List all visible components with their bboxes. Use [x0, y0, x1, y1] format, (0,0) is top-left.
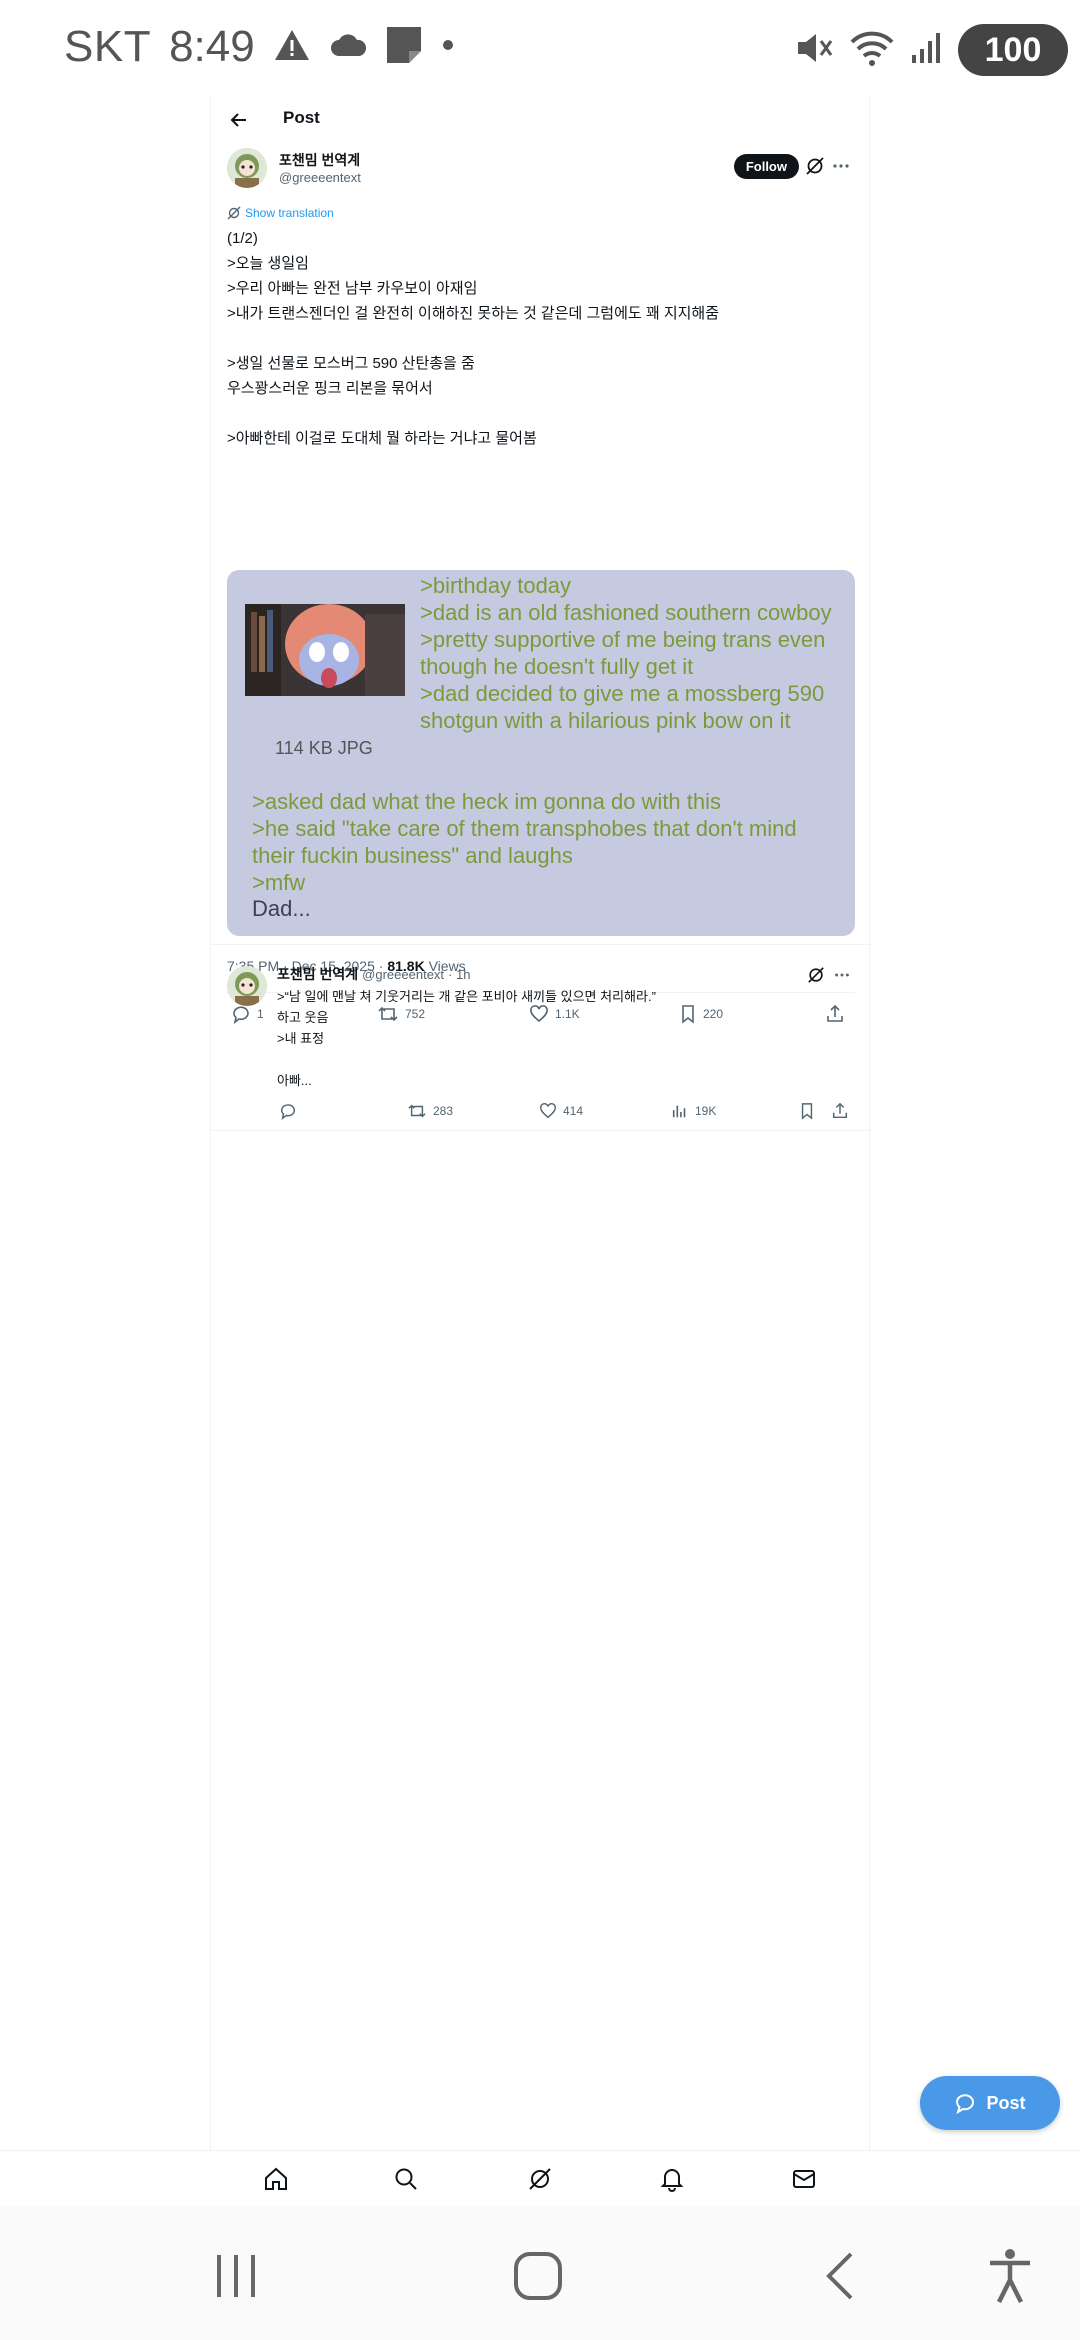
author-name[interactable]: 포챈밈 번역계 [279, 150, 360, 170]
reply-author-name[interactable]: 포챈밈 번역계 [277, 964, 358, 984]
reply-body-text: >“남 일에 맨날 쳐 기웃거리는 개 같은 포비아 새끼들 있으면 처리해라.… [277, 989, 656, 1088]
greentext-block-bottom: >asked dad what the heck im gonna do wit… [252, 788, 832, 896]
home-icon [265, 2167, 287, 2190]
system-navigation-bar [0, 2206, 1080, 2340]
anime-thumbnail [245, 604, 405, 696]
repost-count: 283 [433, 1104, 454, 1118]
accessibility-icon [990, 2249, 1030, 2304]
timeline-column: Post 포챈밈 번역계 @greeeentext Follow Show tr… [210, 96, 871, 2150]
status-bar: SKT 8:49 100 [0, 0, 1080, 100]
search-icon [395, 2168, 417, 2190]
post-header-bar: Post [211, 96, 871, 146]
greentext-line: >mfw [252, 870, 306, 895]
wifi-icon [848, 28, 896, 73]
greentext-line: >he said "take care of them transphobes … [252, 816, 797, 868]
compose-post-button[interactable]: Post [920, 2076, 1060, 2130]
reply-count: 1 [257, 1007, 264, 1021]
greentext-line: >dad is an old fashioned southern cowboy [420, 600, 832, 625]
like-count: 414 [563, 1104, 584, 1118]
greentext-line: >pretty supportive of me being trans eve… [420, 627, 826, 679]
reply-button[interactable]: 1 [231, 1004, 264, 1024]
clock: 8:49 [169, 22, 255, 71]
share-button[interactable] [831, 1102, 849, 1120]
back-system-button[interactable] [800, 2236, 880, 2316]
mute-icon [794, 30, 834, 71]
dot-icon [441, 38, 455, 57]
author-handle[interactable]: @greeeentext [279, 170, 361, 185]
divider [211, 1130, 871, 1131]
reply-actions: 283 414 19K [277, 1102, 855, 1126]
carrier-label: SKT [64, 22, 152, 71]
home-system-button[interactable] [498, 2236, 578, 2316]
compose-bubble-icon [956, 2094, 975, 2114]
compose-post-label: Post [986, 2092, 1026, 2113]
reply-button[interactable] [279, 1102, 297, 1120]
bookmark-button[interactable] [799, 1102, 815, 1120]
image-file-size: 114 KB JPG [275, 738, 373, 758]
greentext-line: >asked dad what the heck im gonna do wit… [252, 789, 722, 814]
reply-icon [233, 1006, 249, 1024]
reply-author-handle[interactable]: @greeeentext [362, 967, 444, 982]
grok-small-icon [227, 206, 241, 220]
battery-indicator: 100 [958, 24, 1068, 76]
back-arrow-icon [230, 113, 246, 127]
page-title: Post [283, 108, 320, 127]
greentext-block-right: >birthday today >dad is an old fashioned… [420, 572, 840, 734]
bottom-navigation [0, 2150, 1080, 2206]
cloud-icon [329, 32, 367, 63]
back-button[interactable] [225, 106, 253, 134]
reply-age: · 1h [448, 967, 471, 982]
accessibility-button[interactable] [970, 2236, 1050, 2316]
heart-icon [540, 1103, 556, 1119]
image-last-line: Dad... [252, 896, 311, 921]
analytics-icon [672, 1105, 686, 1118]
share-icon [832, 1102, 848, 1119]
views-count: 19K [695, 1104, 717, 1118]
status-bar-left: SKT 8:49 [64, 22, 455, 72]
show-translation-link[interactable]: Show translation [227, 206, 334, 220]
post-body-text: (1/2) >오늘 생일임 >우리 아빠는 완전 남부 카우보이 아재임 >내가… [227, 230, 720, 447]
show-translation-label: Show translation [245, 206, 334, 220]
grok-tab[interactable] [526, 2165, 554, 2193]
repost-button[interactable]: 283 [407, 1102, 453, 1120]
bell-icon [660, 2169, 684, 2192]
grok-icon[interactable] [805, 156, 825, 176]
bookmark-icon [801, 1103, 813, 1120]
avatar[interactable] [227, 148, 267, 188]
post-author: 포챈밈 번역계 @greeeentext Follow [227, 148, 855, 192]
more-icon[interactable] [831, 156, 851, 176]
home-square-icon [514, 2252, 562, 2300]
greentext-line: >birthday today [420, 573, 572, 598]
messages-tab[interactable] [790, 2165, 818, 2193]
post-image[interactable]: 114 KB JPG >birthday today >dad is an ol… [227, 570, 855, 936]
reply-icon [280, 1104, 295, 1120]
grok-icon [529, 2168, 551, 2190]
mail-icon [793, 2170, 815, 2188]
repost-icon [408, 1104, 426, 1118]
follow-button[interactable]: Follow [733, 154, 799, 179]
divider [211, 944, 871, 945]
signal-icon [910, 31, 944, 70]
notifications-tab[interactable] [658, 2165, 686, 2193]
avatar[interactable] [227, 966, 267, 1006]
reply-header: 포챈밈 번역계 @greeeentext · 1h [277, 964, 470, 984]
like-button[interactable]: 414 [539, 1102, 583, 1120]
views-button[interactable]: 19K [671, 1102, 716, 1120]
recents-button[interactable] [196, 2236, 276, 2316]
home-tab[interactable] [262, 2165, 290, 2193]
search-tab[interactable] [392, 2165, 420, 2193]
recents-icon [217, 2255, 255, 2297]
status-bar-right: 100 [794, 24, 1068, 76]
back-chevron-icon [826, 2252, 853, 2300]
note-icon [385, 25, 423, 70]
greentext-line: >dad decided to give me a mossberg 590 s… [420, 681, 825, 733]
warning-icon [273, 28, 311, 67]
